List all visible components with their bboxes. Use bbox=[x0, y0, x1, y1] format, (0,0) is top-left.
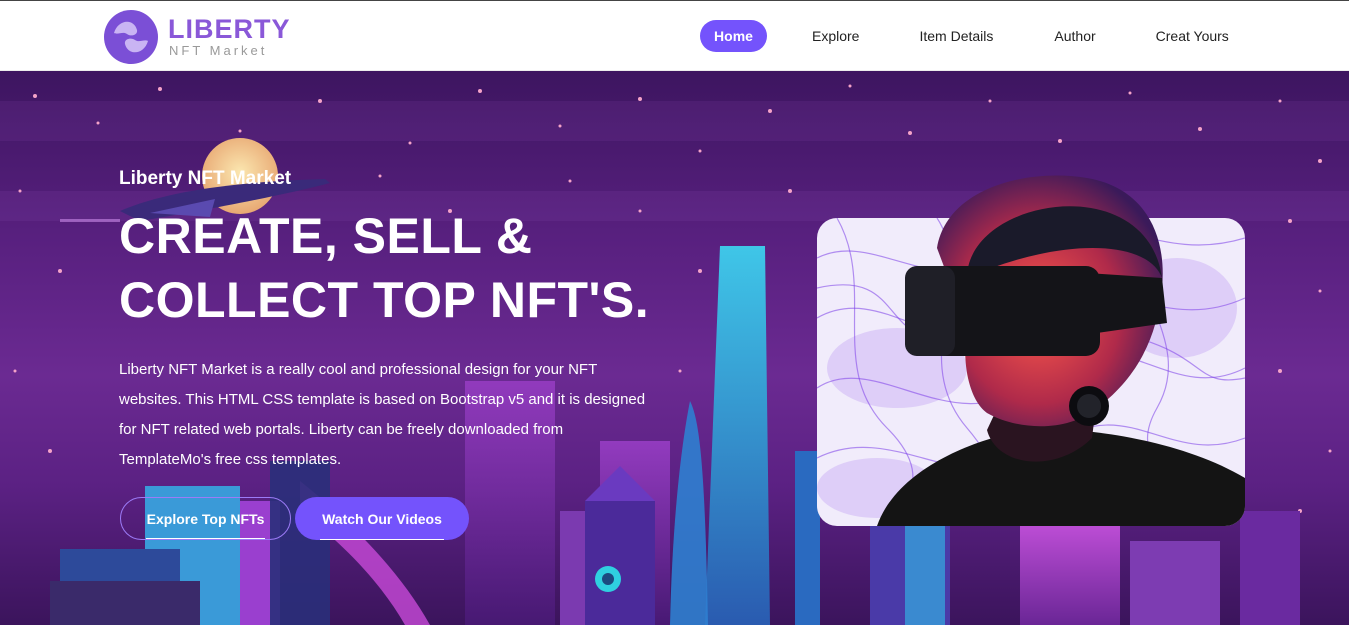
main-nav: Home Explore Item Details Author Creat Y… bbox=[700, 20, 1229, 52]
explore-top-nfts-button[interactable]: Explore Top NFTs bbox=[120, 497, 291, 540]
hero-section: Liberty NFT Market CREATE, SELL & COLLEC… bbox=[0, 71, 1349, 625]
nav-create-yours[interactable]: Creat Yours bbox=[1156, 20, 1229, 52]
watch-our-videos-button[interactable]: Watch Our Videos bbox=[295, 497, 469, 540]
explore-top-nfts-label: Explore Top NFTs bbox=[146, 510, 265, 527]
button-underline bbox=[146, 538, 265, 539]
logo-title: LIBERTY bbox=[168, 14, 291, 44]
nav-home[interactable]: Home bbox=[700, 20, 767, 52]
hero-title-line-1: CREATE, SELL & bbox=[119, 208, 533, 264]
vr-headset-person-image bbox=[817, 175, 1245, 526]
hero-title-line-2: COLLECT TOP NFT'S. bbox=[119, 272, 650, 328]
nav-explore[interactable]: Explore bbox=[812, 20, 859, 52]
logo[interactable]: LIBERTY NFT Market bbox=[104, 9, 291, 65]
hero-kicker: Liberty NFT Market bbox=[119, 168, 292, 189]
watch-our-videos-label: Watch Our Videos bbox=[322, 510, 442, 527]
nav-author[interactable]: Author bbox=[1054, 20, 1095, 52]
button-underline bbox=[320, 539, 444, 540]
hero-description: Liberty NFT Market is a really cool and … bbox=[119, 361, 646, 468]
hero-vr-image bbox=[817, 175, 1245, 526]
logo-icon bbox=[104, 10, 158, 64]
nav-item-details[interactable]: Item Details bbox=[919, 20, 993, 52]
site-header: LIBERTY NFT Market Home Explore Item Det… bbox=[0, 0, 1349, 71]
hero-title: CREATE, SELL & COLLECT TOP NFT'S. bbox=[119, 204, 659, 332]
logo-subtitle: NFT Market bbox=[169, 43, 268, 58]
hero-content: Liberty NFT Market CREATE, SELL & COLLEC… bbox=[119, 168, 659, 475]
